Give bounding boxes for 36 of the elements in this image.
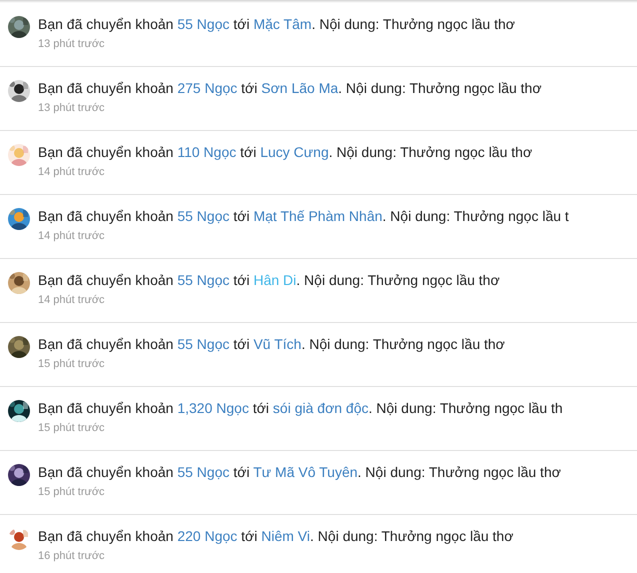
recipient-link[interactable]: Mặc Tâm [253,16,312,32]
timestamp: 15 phút trước [38,357,106,371]
timestamp: 15 phút trước [38,421,106,435]
notification-text: Bạn đã chuyển khoản 110 Ngọc tới Lucy Cưng. Nội dung: Thưởng ngọc lầu thơ [38,143,532,162]
recipient-link[interactable]: sói già đơn độc [272,400,368,416]
notification-text: Bạn đã chuyển khoản 55 Ngọc tới Mặc Tâm. Nội dung: Thưởng ngọc lầu thơ [38,15,515,34]
amount-link[interactable]: 275 Ngọc [177,80,238,96]
recipient-link[interactable]: Tư Mã Vô Tuyên [253,464,358,480]
timestamp: 15 phút trước [38,485,106,499]
amount-link[interactable]: 110 Ngọc [177,144,236,160]
notification-text: Bạn đã chuyển khoản 55 Ngọc tới Tư Mã Vô Tuyên. Nội dung: Thưởng ngọc lầu thơ [38,463,561,482]
notification-text: Bạn đã chuyển khoản 55 Ngọc tới Hân Di. Nội dung: Thưởng ngọc lầu thơ [38,271,500,290]
amount-link[interactable]: 55 Ngọc [177,336,230,352]
timestamp: 13 phút trước [38,101,106,115]
notification-text: Bạn đã chuyển khoản 220 Ngọc tới Niêm Vi. Nội dung: Thưởng ngọc lầu thơ [38,527,514,546]
notification-text: Bạn đã chuyển khoản 55 Ngọc tới Vũ Tích. Nội dung: Thưởng ngọc lầu thơ [38,335,505,354]
notification-text: Bạn đã chuyển khoản 275 Ngọc tới Sơn Lão Ma. Nội dung: Thưởng ngọc lầu thơ [38,79,542,98]
recipient-link[interactable]: Mạt Thế Phàm Nhân [253,208,382,224]
timestamp: 14 phút trước [38,229,106,243]
recipient-link[interactable]: Lucy Cưng [260,144,329,160]
amount-link[interactable]: 55 Ngọc [177,16,230,32]
recipient-link[interactable]: Hân Di [253,272,296,288]
notification-text: Bạn đã chuyển khoản 55 Ngọc tới Mạt Thế Phàm Nhân. Nội dung: Thưởng ngọc lầu t [38,207,569,226]
notification-text: Bạn đã chuyển khoản 1,320 Ngọc tới sói già đơn độc. Nội dung: Thưởng ngọc lầu th [38,399,563,418]
recipient-link[interactable]: Sơn Lão Ma [261,80,338,96]
recipient-link[interactable]: Niêm Vi [261,528,310,544]
timestamp: 14 phút trước [38,293,106,307]
timestamp: 13 phút trước [38,37,106,51]
timestamp: 14 phút trước [38,165,106,179]
recipient-link[interactable]: Vũ Tích [253,336,302,352]
amount-link[interactable]: 55 Ngọc [177,272,230,288]
amount-link[interactable]: 1,320 Ngọc [177,400,249,416]
timestamp: 16 phút trước [38,549,106,563]
amount-link[interactable]: 55 Ngọc [177,464,230,480]
amount-link[interactable]: 55 Ngọc [177,208,230,224]
amount-link[interactable]: 220 Ngọc [177,528,238,544]
